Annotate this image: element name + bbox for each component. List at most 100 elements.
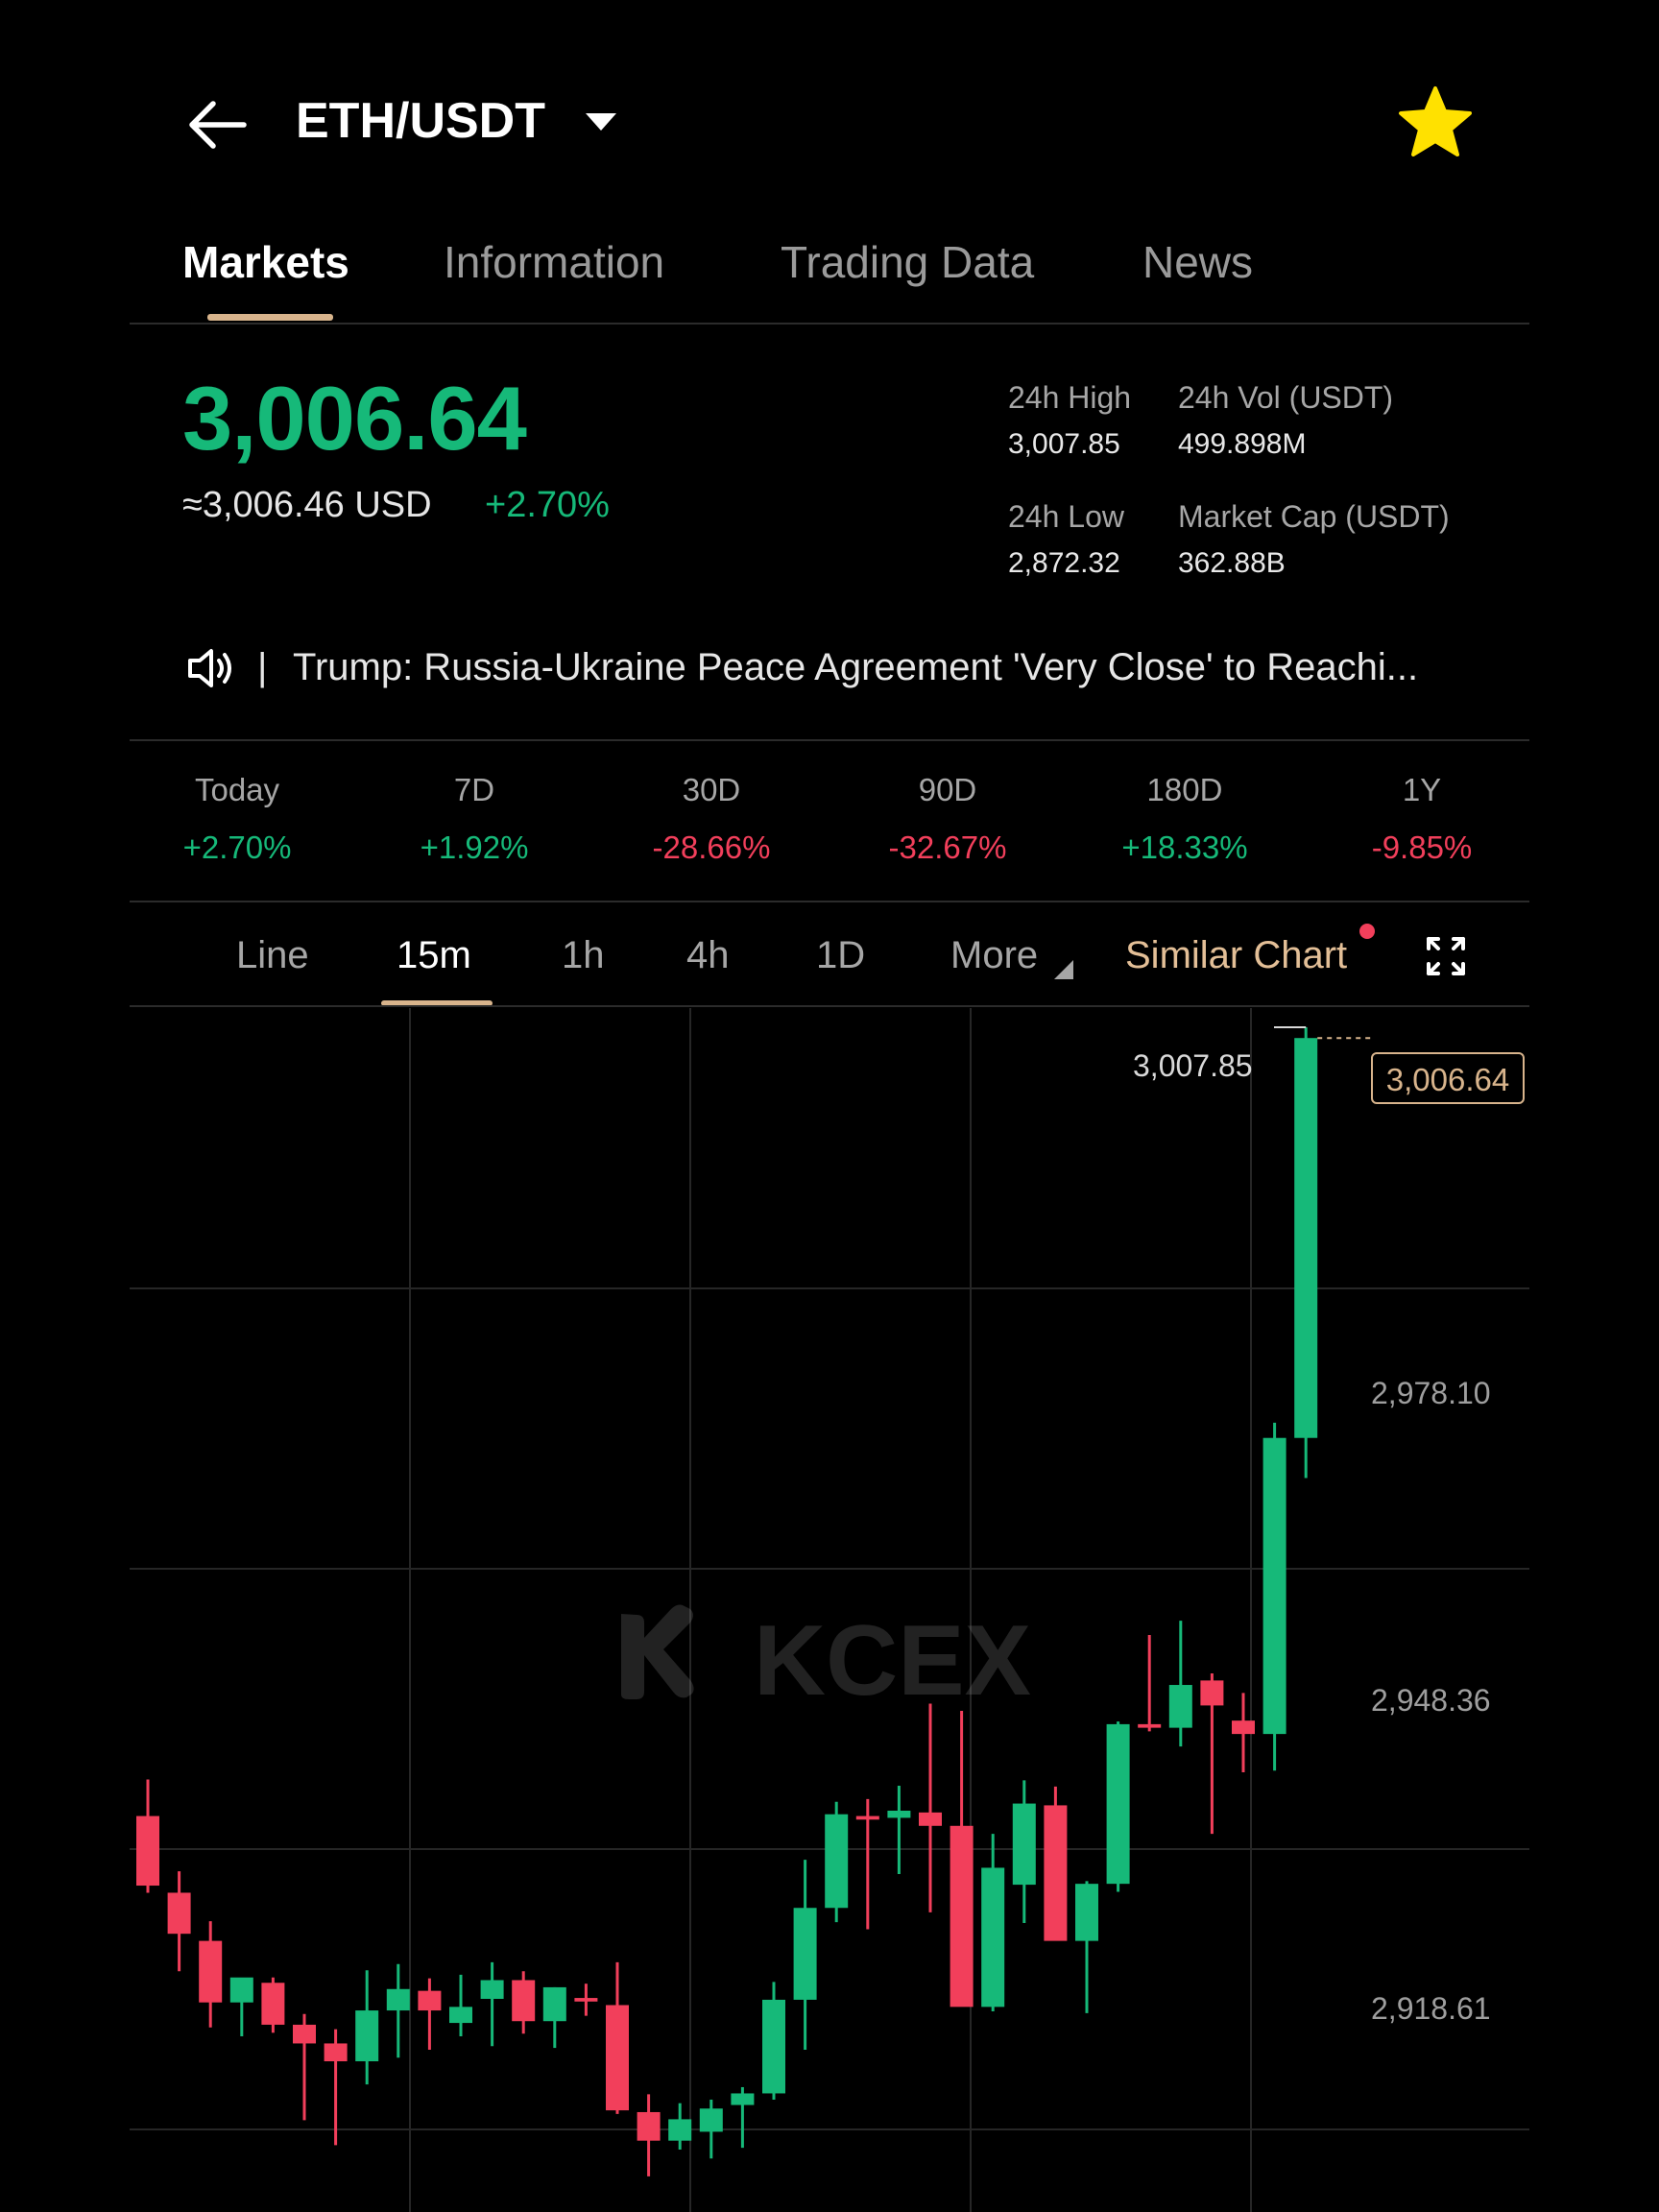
candle-down [136, 1815, 159, 1887]
period-30d: 30D -28.66% [615, 772, 807, 866]
tab-news[interactable]: News [1142, 236, 1253, 288]
stat-cap-value: 362.88B [1178, 547, 1286, 579]
period-90d: 90D -32.67% [852, 772, 1044, 866]
period-label: 30D [682, 772, 741, 807]
tab-active-indicator [207, 314, 333, 321]
candles-layer [136, 1026, 1318, 2176]
news-separator: | [257, 646, 268, 688]
candle-up [731, 2093, 755, 2105]
candle-down [950, 1825, 974, 2008]
stat-cap-label: Market Cap (USDT) [1178, 499, 1450, 534]
stat-low-label: 24h Low [1008, 499, 1124, 534]
last-price-marker: 3,006.64 [1371, 1052, 1525, 1104]
watermark-text: KCEX [754, 1605, 1031, 1717]
candle-up [1075, 1884, 1098, 1941]
period-label: 1Y [1402, 772, 1442, 807]
expand-icon[interactable] [1425, 935, 1467, 977]
period-value: +1.92% [420, 830, 529, 865]
dropdown-caret-icon[interactable] [586, 113, 616, 131]
news-divider [130, 739, 1529, 741]
candle-down [418, 1990, 442, 2011]
intervals-divider [130, 1005, 1529, 1007]
candle-up [825, 1814, 849, 1909]
candle-up [1262, 1437, 1286, 1735]
candle-up [887, 1811, 911, 1818]
candle-down [637, 2111, 661, 2141]
kcex-watermark: KCEX [621, 1604, 1031, 1717]
stat-vol-label: 24h Vol (USDT) [1178, 380, 1394, 415]
candle-down [574, 1998, 598, 2002]
tab-trading-data[interactable]: Trading Data [781, 236, 1034, 288]
period-value: +18.33% [1121, 830, 1248, 865]
candle-up [480, 1980, 504, 1999]
candle-up [668, 2119, 692, 2141]
period-label: 180D [1146, 772, 1223, 807]
candle-up [229, 1977, 253, 2003]
back-arrow-icon[interactable] [184, 96, 250, 154]
speaker-icon [188, 649, 231, 687]
period-value: -9.85% [1371, 830, 1473, 865]
candle-down [512, 1980, 536, 2022]
high-price-marker: 3,007.85 [1133, 1048, 1253, 1083]
stat-vol-value: 499.898M [1178, 428, 1307, 460]
period-today: Today +2.70% [141, 772, 333, 866]
periods-divider [130, 901, 1529, 902]
candle-up [762, 1999, 785, 2094]
tab-information[interactable]: Information [444, 236, 664, 288]
candle-down [855, 1815, 879, 1820]
tabs-divider [130, 323, 1529, 325]
interval-15m[interactable]: 15m [397, 934, 471, 977]
stat-high-label: 24h High [1008, 380, 1132, 415]
candle-down [167, 1892, 191, 1935]
period-value: +2.70% [182, 830, 292, 865]
candle-up [449, 2007, 472, 2024]
tab-markets[interactable]: Markets [182, 236, 349, 288]
stat-high-value: 3,007.85 [1008, 428, 1120, 460]
candle-down [199, 1940, 223, 2003]
candle-up [1294, 1038, 1318, 1438]
interval-line[interactable]: Line [236, 934, 309, 977]
y-tick-label: 2,918.61 [1371, 1991, 1491, 2026]
last-price: 3,006.64 [182, 368, 527, 469]
y-tick-label: 2,978.10 [1371, 1376, 1491, 1410]
candle-down [606, 2005, 629, 2111]
y-tick-label: 2,948.36 [1371, 1683, 1491, 1718]
period-7d: 7D +1.92% [378, 772, 570, 866]
candle-up [386, 1988, 410, 2011]
candle-down [324, 2043, 348, 2062]
interval-more[interactable]: More [950, 934, 1038, 977]
candle-down [1200, 1680, 1224, 1706]
period-value: -28.66% [652, 830, 771, 865]
price-change: +2.70% [485, 485, 610, 525]
pair-title[interactable]: ETH/USDT [296, 92, 545, 150]
period-label: 7D [453, 772, 495, 807]
notification-dot [1359, 924, 1375, 939]
period-180d: 180D +18.33% [1089, 772, 1281, 866]
similar-chart-button[interactable]: Similar Chart [1125, 934, 1347, 977]
candle-down [1232, 1720, 1255, 1735]
candle-up [1106, 1723, 1130, 1885]
candle-up [1168, 1685, 1192, 1728]
usd-equivalent: ≈3,006.46 USD [182, 485, 432, 525]
more-triangle-icon [1054, 960, 1073, 979]
period-label: Today [194, 772, 280, 807]
star-icon[interactable] [1396, 84, 1475, 161]
period-value: -32.67% [888, 830, 1007, 865]
stat-low-value: 2,872.32 [1008, 547, 1120, 579]
candle-down [1138, 1723, 1162, 1728]
candle-down [261, 1983, 285, 2025]
candle-up [699, 2108, 723, 2132]
interval-1h[interactable]: 1h [562, 934, 605, 977]
news-headline[interactable]: Trump: Russia-Ukraine Peace Agreement 'V… [293, 646, 1418, 689]
candle-down [919, 1812, 942, 1826]
candle-up [542, 1986, 566, 2022]
interval-4h[interactable]: 4h [686, 934, 730, 977]
interval-1d[interactable]: 1D [816, 934, 865, 977]
candle-up [981, 1867, 1005, 2008]
candle-up [793, 1908, 817, 2000]
candlestick-chart[interactable]: KCEX [130, 1008, 1529, 2212]
period-1y: 1Y -9.85% [1326, 772, 1518, 866]
candle-down [293, 2024, 316, 2044]
candle-up [355, 2010, 379, 2062]
candle-down [1044, 1805, 1068, 1941]
